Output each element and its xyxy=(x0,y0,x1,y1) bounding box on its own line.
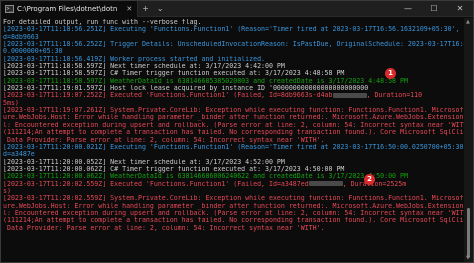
console-line: [2023-03-17T11:19:07.261Z] System.Privat… xyxy=(3,107,464,114)
console-text: [2023-03-17T11:18:58.597Z] WeatherDataId… xyxy=(3,77,408,85)
console-line: 5ms) xyxy=(3,100,464,107)
close-window-button[interactable]: ✕ xyxy=(447,4,473,13)
console-line: [2023-03-17T11:20:00.021Z] Executing 'Fu… xyxy=(3,144,464,151)
scroll-up-icon[interactable]: ▲ xyxy=(466,19,470,25)
console-line: (111214;An attempt to complete a transac… xyxy=(3,129,464,136)
console-line: [2023-03-17T11:20:00.062Z] WeatherDataId… xyxy=(3,173,464,180)
console-line: [2023-03-17T11:20:02.559Z] Executed 'Fun… xyxy=(3,181,464,188)
console-text: [2023-03-17T11:19:07.261Z] System.Privat… xyxy=(3,107,464,115)
console-text: For detailed output, run func with --ver… xyxy=(3,19,202,26)
console-text: [2023-03-17T11:20:00.052Z] Next timer sc… xyxy=(3,158,285,166)
console-icon: >_ xyxy=(5,4,14,13)
console-text: l: Encountered exception during upsert a… xyxy=(3,209,464,217)
console-text: [2023-03-17T11:18:58.597Z] C# Timer trig… xyxy=(3,70,345,78)
annotation-marker-1: 1 xyxy=(385,68,396,79)
console-text: , Duration=110 xyxy=(366,92,423,100)
terminal-window: >_ C:\Program Files\dotnet\dotn ✕ + ⌄ — … xyxy=(0,0,474,263)
console-line: [2023-03-17T11:20:02.559Z] System.Privat… xyxy=(3,195,464,202)
console-text: 5ms) xyxy=(3,99,19,107)
console-line: (111214;An attempt to complete a transac… xyxy=(3,217,464,224)
console-text: (111214;An attempt to complete a transac… xyxy=(3,217,464,225)
console-line: [2023-03-17T11:19:01.597Z] Host lock lea… xyxy=(3,85,464,92)
console-line: [2023-03-17T11:18:58.597Z] WeatherDataId… xyxy=(3,78,464,85)
console-text: [2023-03-17T11:18:56.251Z] Executing 'Fu… xyxy=(3,26,464,34)
console-text: [2023-03-17T11:19:07.252Z] Executed 'Fun… xyxy=(3,92,333,100)
tab-title: C:\Program Files\dotnet\dotn xyxy=(17,4,118,13)
tab-dropdown-icon[interactable]: ⌄ xyxy=(153,4,168,13)
console-text: ure.WebJobs.Host: Error while handling p… xyxy=(3,202,464,210)
console-line: l: Encountered exception during upsert a… xyxy=(3,122,464,129)
console-line: [2023-03-17T11:19:07.252Z] Executed 'Fun… xyxy=(3,92,464,99)
minimize-button[interactable]: — xyxy=(395,4,421,13)
console-line: 0.0000000+05:30 xyxy=(3,48,464,55)
console-text: Data Provider: Parse error at line: 2, c… xyxy=(3,136,325,144)
tab-close-icon[interactable]: ✕ xyxy=(126,5,132,13)
console-line: [2023-03-17T11:18:56.251Z] Executing 'Fu… xyxy=(3,26,464,33)
console-text: [2023-03-17T11:20:02.559Z] Executed 'Fun… xyxy=(3,180,309,188)
title-bar: >_ C:\Program Files\dotnet\dotn ✕ + ⌄ — … xyxy=(1,1,473,17)
redacted-text xyxy=(308,181,343,187)
console-text: [2023-03-17T11:18:56.252Z] Trigger Detai… xyxy=(3,41,464,49)
console-line: s) xyxy=(3,188,464,195)
console-line: ure.WebJobs.Host: Error while handling p… xyxy=(3,114,464,121)
console-line: l: Encountered exception during upsert a… xyxy=(3,210,464,217)
new-tab-button[interactable]: + xyxy=(138,4,153,13)
console-text: d=a3487e xyxy=(3,151,35,159)
console-text: s) xyxy=(3,187,11,195)
console-line: [2023-03-17T11:20:00.052Z] Next timer sc… xyxy=(3,159,464,166)
console-text: [2023-03-17T11:20:02.559Z] System.Privat… xyxy=(3,195,464,203)
console-text: Data Provider: Parse error at line: 2, c… xyxy=(3,224,325,232)
annotation-marker-2: 2 xyxy=(364,174,375,185)
console-text: l: Encountered exception during upsert a… xyxy=(3,121,464,129)
console-line: Data Provider: Parse error at line: 2, c… xyxy=(3,225,464,232)
console-line: [2023-03-17T11:20:00.062Z] C# Timer trig… xyxy=(3,166,464,173)
scroll-thumb[interactable] xyxy=(467,208,470,258)
console-line: [2023-03-17T11:18:56.419Z] Worker proces… xyxy=(3,56,464,63)
console-text: [2023-03-17T11:20:00.062Z] C# Timer trig… xyxy=(3,165,345,173)
console-line: For detailed output, run func with --ver… xyxy=(3,19,464,26)
console-text: [2023-03-17T11:18:56.419Z] Worker proces… xyxy=(3,55,266,63)
console-line: ure.WebJobs.Host: Error while handling p… xyxy=(3,203,464,210)
maximize-button[interactable]: ☐ xyxy=(421,4,447,13)
console-line: [2023-03-17T11:18:56.252Z] Trigger Detai… xyxy=(3,41,464,48)
vertical-scrollbar[interactable]: ▲ ▼ xyxy=(464,18,473,262)
console-line: d=8db9663 xyxy=(3,34,464,41)
scroll-down-icon[interactable]: ▼ xyxy=(466,255,470,261)
console-line: Data Provider: Parse error at line: 2, c… xyxy=(3,137,464,144)
console-text: d=8db9663 xyxy=(3,33,39,41)
console-output[interactable]: For detailed output, run func with --ver… xyxy=(1,18,464,262)
console-text: [2023-03-17T11:19:01.597Z] Host lock lea… xyxy=(3,85,369,93)
redacted-text xyxy=(332,92,367,98)
console-line: d=a3487e xyxy=(3,151,464,158)
console-text: (111214;An attempt to complete a transac… xyxy=(3,129,464,137)
console-text: ure.WebJobs.Host: Error while handling p… xyxy=(3,114,464,122)
console-text: 0.0000000+05:30 xyxy=(3,48,63,56)
terminal-tab[interactable]: >_ C:\Program Files\dotnet\dotn ✕ xyxy=(1,1,139,17)
console-text: [2023-03-17T11:18:58.597Z] Next timer sc… xyxy=(3,63,285,71)
console-text: [2023-03-17T11:20:00.021Z] Executing 'Fu… xyxy=(3,143,464,151)
console-text: [2023-03-17T11:20:00.062Z] WeatherDataId… xyxy=(3,173,408,181)
